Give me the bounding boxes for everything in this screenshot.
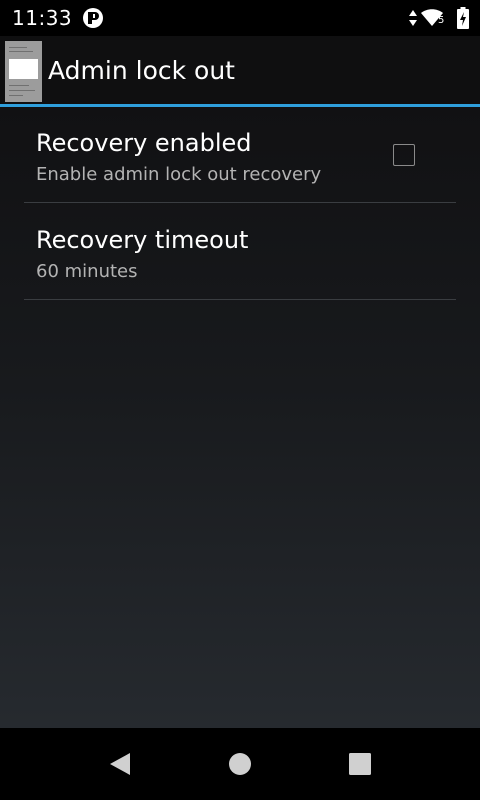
screen: 11:33 5 Admin lock out Recovery enabled … [0,0,480,800]
recovery-enabled-checkbox[interactable] [393,144,415,166]
page-title: Admin lock out [48,56,235,85]
navigation-bar [0,728,480,800]
battery-charging-icon [457,7,469,29]
recents-icon[interactable] [346,750,374,778]
divider [24,202,456,203]
pref-title: Recovery enabled [36,129,252,157]
app-notification-icon [83,8,103,28]
pref-summary: Enable admin lock out recovery [36,164,322,185]
signal-label: 5 [438,15,445,26]
app-icon[interactable] [5,41,42,102]
back-icon[interactable] [106,750,134,778]
preferences-list: Recovery enabled Enable admin lock out r… [0,107,480,728]
status-bar: 11:33 5 [0,0,480,36]
divider [24,299,456,300]
data-arrows-icon [409,10,417,26]
status-icons: 5 [408,6,472,30]
status-time: 11:33 [12,6,73,30]
home-icon[interactable] [226,750,254,778]
pref-summary: 60 minutes [36,261,138,282]
action-bar: Admin lock out [0,36,480,104]
pref-recovery-enabled[interactable]: Recovery enabled Enable admin lock out r… [24,107,456,203]
pref-title: Recovery timeout [36,226,249,254]
pref-recovery-timeout[interactable]: Recovery timeout 60 minutes [24,204,456,300]
